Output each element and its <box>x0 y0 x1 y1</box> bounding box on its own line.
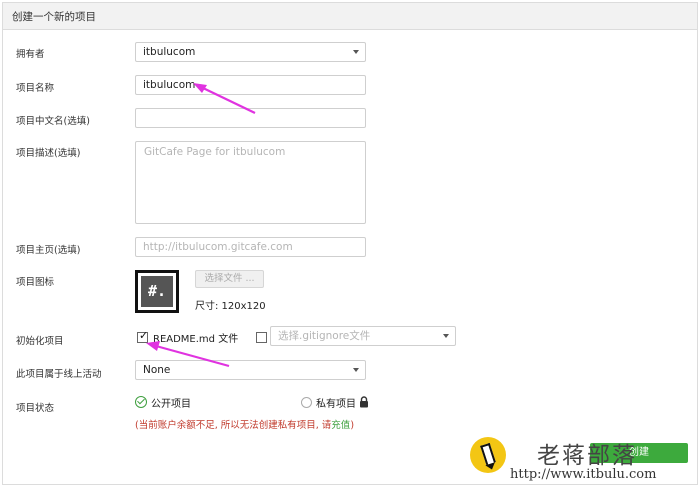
project-name-value: itbulucom <box>143 79 196 91</box>
pen-logo-icon <box>470 437 506 473</box>
homepage-placeholder: http://itbulucom.gitcafe.com <box>143 241 293 253</box>
warning-suffix: ) <box>350 420 355 431</box>
lock-icon <box>360 396 368 408</box>
cn-name-input[interactable] <box>135 108 366 128</box>
check-mark-icon: ✓ <box>139 329 149 342</box>
create-project-panel: 创建一个新的项目 拥有者 itbulucom 项目名称 itbulucom 项目… <box>2 2 698 485</box>
status-label: 项目状态 <box>16 403 55 414</box>
activity-select[interactable]: None <box>135 360 366 380</box>
description-textarea[interactable]: GitCafe Page for itbulucom <box>135 141 366 224</box>
recharge-link[interactable]: 充值 <box>331 420 350 431</box>
icon-size-text: 尺寸: 120x120 <box>195 301 266 312</box>
gitignore-select[interactable]: 选择.gitignore文件 <box>270 326 456 346</box>
avatar-glyph: #. <box>141 276 173 307</box>
activity-value: None <box>143 364 171 376</box>
project-avatar: #. <box>135 270 179 313</box>
icon-label: 项目图标 <box>16 277 55 288</box>
dropdown-caret-icon <box>353 368 359 372</box>
owner-value: itbulucom <box>143 46 196 58</box>
gitignore-placeholder: 选择.gitignore文件 <box>278 330 371 342</box>
homepage-input[interactable]: http://itbulucom.gitcafe.com <box>135 237 366 257</box>
description-label: 项目描述(选填) <box>16 148 81 159</box>
public-option-label[interactable]: 公开项目 <box>151 395 191 410</box>
owner-label: 拥有者 <box>16 49 45 60</box>
dropdown-caret-icon <box>443 334 449 338</box>
gitignore-checkbox[interactable] <box>256 332 267 343</box>
project-name-label: 项目名称 <box>16 83 55 94</box>
balance-warning: (当前账户余额不足, 所以无法创建私有项目, 请充值) <box>135 417 354 431</box>
watermark-title: 老蒋部落 <box>537 443 637 469</box>
homepage-label: 项目主页(选填) <box>16 245 81 256</box>
check-circle-icon[interactable] <box>135 396 147 408</box>
init-label: 初始化项目 <box>16 336 64 347</box>
cn-name-label: 项目中文名(选填) <box>16 116 90 127</box>
activity-label: 此项目属于线上活动 <box>16 369 102 380</box>
private-radio[interactable] <box>301 397 312 408</box>
warning-text: (当前账户余额不足, 所以无法创建私有项目, 请 <box>135 420 332 431</box>
readme-checkbox[interactable]: ✓ <box>137 329 149 343</box>
pen-glyph <box>480 442 496 466</box>
watermark-url: http://www.itbulu.com <box>510 467 657 482</box>
description-placeholder: GitCafe Page for itbulucom <box>144 146 286 158</box>
dropdown-caret-icon <box>353 50 359 54</box>
panel-title: 创建一个新的项目 <box>3 3 697 30</box>
project-name-input[interactable]: itbulucom <box>135 75 366 95</box>
readme-label: README.md 文件 <box>153 334 239 345</box>
owner-select[interactable]: itbulucom <box>135 42 366 62</box>
private-option-label[interactable]: 私有项目 <box>316 395 356 410</box>
choose-file-button[interactable]: 选择文件 ... <box>195 270 264 288</box>
